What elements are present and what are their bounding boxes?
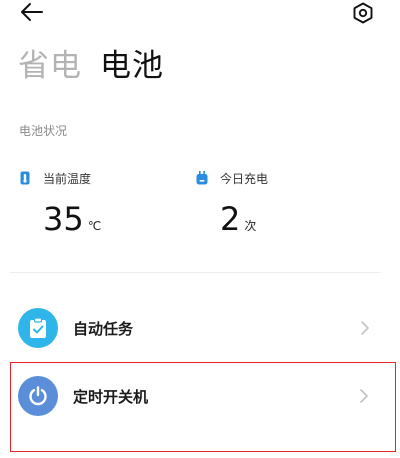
- clipboard-check-icon: [18, 308, 58, 348]
- stat-unit-charge-count: 次: [244, 219, 257, 233]
- stat-value-charge-count: 2: [220, 200, 241, 238]
- back-button[interactable]: [14, 0, 50, 28]
- stat-unit-temperature: ℃: [87, 219, 102, 233]
- stat-label-temperature: 当前温度: [43, 171, 92, 186]
- chevron-right-icon: [357, 387, 371, 405]
- section-title-battery-status: 电池状况: [19, 124, 68, 138]
- charger-icon: [196, 171, 208, 185]
- tab-battery[interactable]: 电池: [100, 46, 164, 86]
- list-item-auto-tasks[interactable]: 自动任务: [10, 294, 396, 362]
- title-tabs: 省电 电池: [18, 46, 164, 86]
- stat-charge-count: 今日充电 2 次: [196, 168, 268, 238]
- chevron-right-icon: [358, 319, 372, 337]
- stat-label-charge-count: 今日充电: [220, 171, 269, 186]
- settings-hexagon-icon: [352, 2, 374, 28]
- thermometer-icon: [19, 171, 31, 185]
- stat-value-temperature: 35: [43, 200, 84, 238]
- list-item-label-auto-tasks: 自动任务: [73, 319, 134, 338]
- list-item-scheduled-power[interactable]: 定时开关机: [10, 362, 396, 452]
- stat-temperature: 当前温度 35 ℃: [19, 168, 101, 238]
- arrow-left-icon: [20, 2, 44, 26]
- divider: [10, 272, 380, 273]
- battery-screen: 省电 电池 电池状况 当前温度 35 ℃ 今日充电 2 次 自动任务 定时开关机: [0, 0, 400, 458]
- tab-power-saving[interactable]: 省电: [18, 46, 82, 86]
- power-icon: [18, 376, 58, 416]
- settings-button[interactable]: [348, 0, 378, 30]
- list-item-label-scheduled-power: 定时开关机: [73, 387, 149, 406]
